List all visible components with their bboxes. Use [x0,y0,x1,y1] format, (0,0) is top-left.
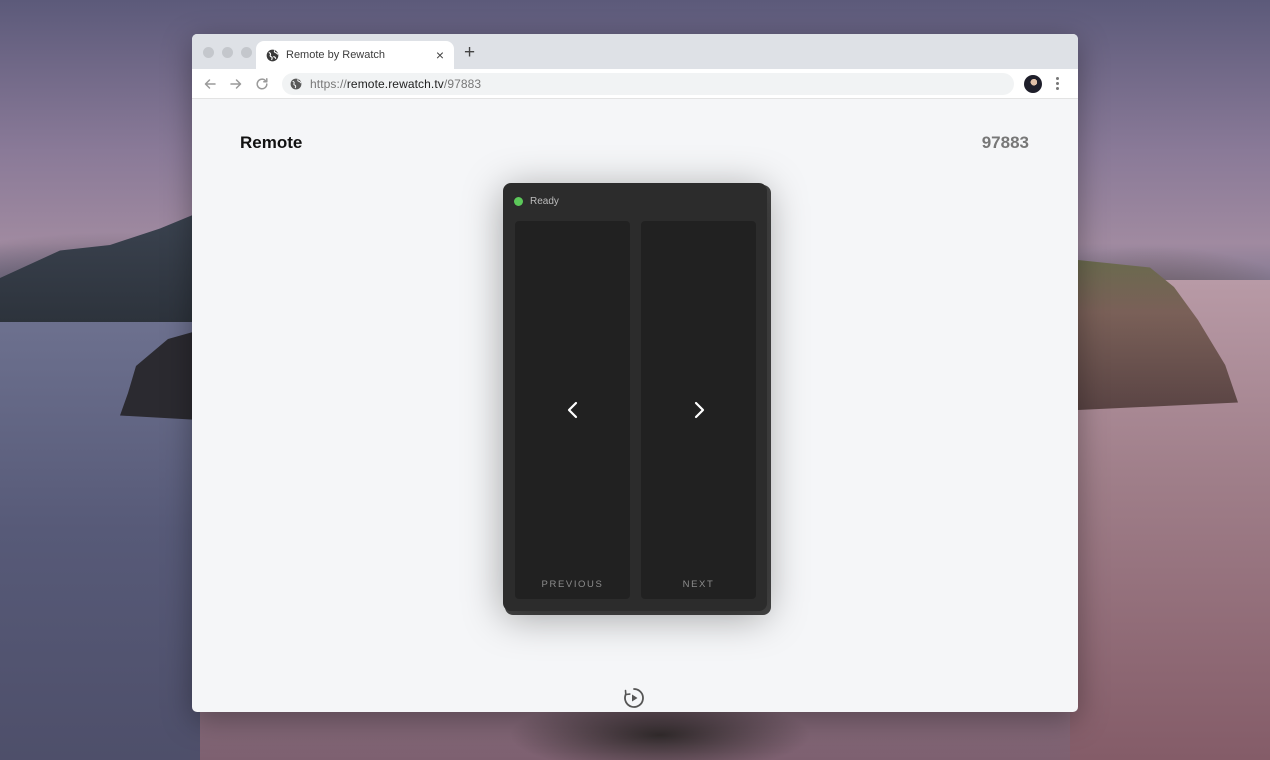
browser-menu-icon[interactable] [1054,76,1060,92]
back-arrow-icon[interactable] [202,76,218,92]
status-text: Ready [530,196,559,207]
chevron-right-icon [694,401,704,419]
minimize-window-button[interactable] [222,47,233,58]
globe-icon [266,49,279,61]
profile-avatar[interactable] [1024,75,1042,93]
previous-label: PREVIOUS [541,579,604,590]
status-indicator-dot [514,197,523,206]
url-text: https://remote.rewatch.tv/97883 [310,77,481,91]
url-scheme: https:// [310,77,347,91]
window-controls [203,47,252,58]
wallpaper-hill [0,212,200,322]
chevron-left-icon [567,401,577,419]
browser-toolbar: https://remote.rewatch.tv/97883 [192,69,1078,99]
tab-bar: Remote by Rewatch × + [192,34,1078,69]
address-bar[interactable]: https://remote.rewatch.tv/97883 [282,73,1014,95]
previous-button[interactable]: PREVIOUS [515,221,630,599]
url-path: /97883 [443,77,482,91]
close-window-button[interactable] [203,47,214,58]
tab-remote[interactable]: Remote by Rewatch × [256,41,454,69]
remote-panel: Ready PREVIOUS NEXT [503,183,767,611]
tab-close-icon[interactable]: × [436,48,444,62]
page-title: Remote [240,133,303,152]
page-content: Remote 97883 Ready PREVIOUS NEXT [192,99,1078,712]
session-code: 97883 [981,133,1029,152]
new-tab-button[interactable]: + [464,43,475,62]
forward-arrow-icon[interactable] [228,76,244,92]
browser-window: Remote by Rewatch × + https://remote.rew… [192,34,1078,712]
rewatch-logo-icon[interactable] [623,687,645,709]
next-label: NEXT [682,579,715,590]
maximize-window-button[interactable] [241,47,252,58]
connection-status: Ready [514,196,559,207]
reload-icon[interactable] [254,76,270,92]
next-button[interactable]: NEXT [641,221,756,599]
tab-title: Remote by Rewatch [286,49,386,61]
url-host: remote.rewatch.tv [346,77,444,91]
site-info-icon[interactable] [290,78,302,90]
